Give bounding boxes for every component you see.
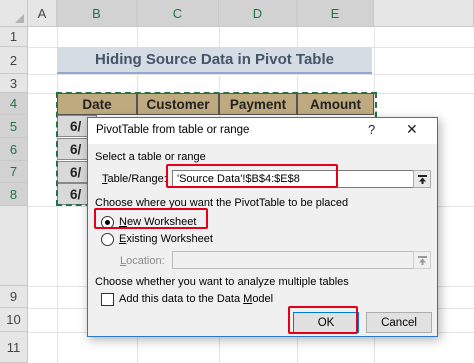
table-header-customer[interactable]: Customer [137,93,219,115]
column-header-e[interactable]: E [297,0,374,27]
select-all-corner[interactable] [0,0,28,27]
row-label: 1 [9,29,18,44]
existing-worksheet-text: xisting Worksheet [126,233,213,245]
existing-worksheet-label[interactable]: Existing Worksheet [119,233,213,245]
section-place-label: Choose where you want the PivotTable to … [95,197,349,209]
column-header-f[interactable] [374,0,474,27]
row-header-8[interactable]: 8 [0,183,28,206]
header-label: Customer [146,96,210,112]
location-text: ocation: [126,255,165,267]
table-header-payment[interactable]: Payment [219,93,297,115]
table-range-label: Table/Range: [102,173,167,185]
sheet-title-cell[interactable]: Hiding Source Data in Pivot Table [57,47,372,74]
row-label: 5 [9,118,18,134]
section-multi-label: Choose whether you want to analyze multi… [95,276,349,288]
row-label: 10 [6,312,21,327]
table-range-label-text: able/Range: [107,173,167,185]
new-worksheet-text: ew Worksheet [126,216,197,228]
new-worksheet-label[interactable]: New Worksheet [119,216,196,228]
header-label: Amount [310,96,361,112]
pivottable-dialog: PivotTable from table or range ? ✕ Selec… [87,117,438,337]
row-label: 6 [9,141,18,157]
ok-button[interactable]: OK [293,312,359,333]
data-model-text-end: odel [252,293,274,305]
row-label: 8 [9,186,18,202]
cancel-button-label: Cancel [381,316,417,329]
gridline [28,74,474,75]
column-header-b[interactable]: B [57,0,137,27]
table-range-value: 'Source Data'!$B$4:$E$8 [177,173,300,185]
row-header-blank [0,206,28,286]
data-model-label[interactable]: Add this data to the Data Model [119,293,273,305]
ok-button-label: OK [317,316,335,329]
column-label: D [252,5,263,21]
cell-value: 6/ [70,118,82,134]
existing-worksheet-radio[interactable] [101,233,114,246]
collapse-dialog-icon [417,174,427,184]
row-header-6[interactable]: 6 [0,138,28,161]
column-header-a[interactable]: A [28,0,57,27]
row-header-1[interactable]: 1 [0,27,28,47]
cancel-button[interactable]: Cancel [366,312,432,333]
dialog-title: PivotTable from table or range [96,124,250,136]
row-header-7[interactable]: 7 [0,161,28,183]
row-header-11[interactable]: 11 [0,332,28,363]
row-label: 3 [9,75,18,91]
column-header-d[interactable]: D [219,0,297,27]
row-header-9[interactable]: 9 [0,286,28,308]
data-model-text: Add this data to the Data [119,293,244,305]
help-icon[interactable]: ? [368,122,375,137]
table-header-amount[interactable]: Amount [297,93,374,115]
cell-value: 6/ [70,164,82,180]
data-model-checkbox[interactable] [101,293,114,306]
dialog-titlebar[interactable]: PivotTable from table or range ? ✕ [88,118,437,144]
header-label: Date [82,96,112,112]
table-header-date[interactable]: Date [57,93,137,115]
location-label: Location: [120,255,165,267]
row-header-5[interactable]: 5 [0,115,28,138]
row-label: 9 [9,289,18,304]
new-worksheet-access-key: N [119,216,127,228]
new-worksheet-radio[interactable] [101,216,114,229]
column-label: A [37,5,47,21]
row-header-2[interactable]: 2 [0,47,28,74]
row-label: 11 [6,339,21,355]
location-input[interactable] [172,251,416,269]
column-label: C [172,5,183,21]
column-header-c[interactable]: C [137,0,219,27]
column-label: B [92,5,101,21]
sheet-title: Hiding Source Data in Pivot Table [95,51,334,68]
cell-value: 6/ [70,141,82,157]
column-label: E [330,5,340,21]
close-icon[interactable]: ✕ [406,121,418,138]
row-label: 4 [9,96,18,111]
table-range-input[interactable]: 'Source Data'!$B$4:$E$8 [172,170,416,188]
row-label: 7 [9,164,18,179]
data-model-access-key: M [243,293,253,305]
row-label: 2 [9,52,18,68]
cell-value: 6/ [70,186,82,202]
collapse-dialog-icon [417,255,427,265]
row-header-3[interactable]: 3 [0,74,28,93]
section-select-label: Select a table or range [95,151,206,163]
header-label: Payment [229,96,287,112]
row-header-4[interactable]: 4 [0,93,28,115]
row-header-10[interactable]: 10 [0,308,28,332]
location-collapse-button[interactable] [413,251,431,269]
collapse-dialog-button[interactable] [413,170,431,188]
